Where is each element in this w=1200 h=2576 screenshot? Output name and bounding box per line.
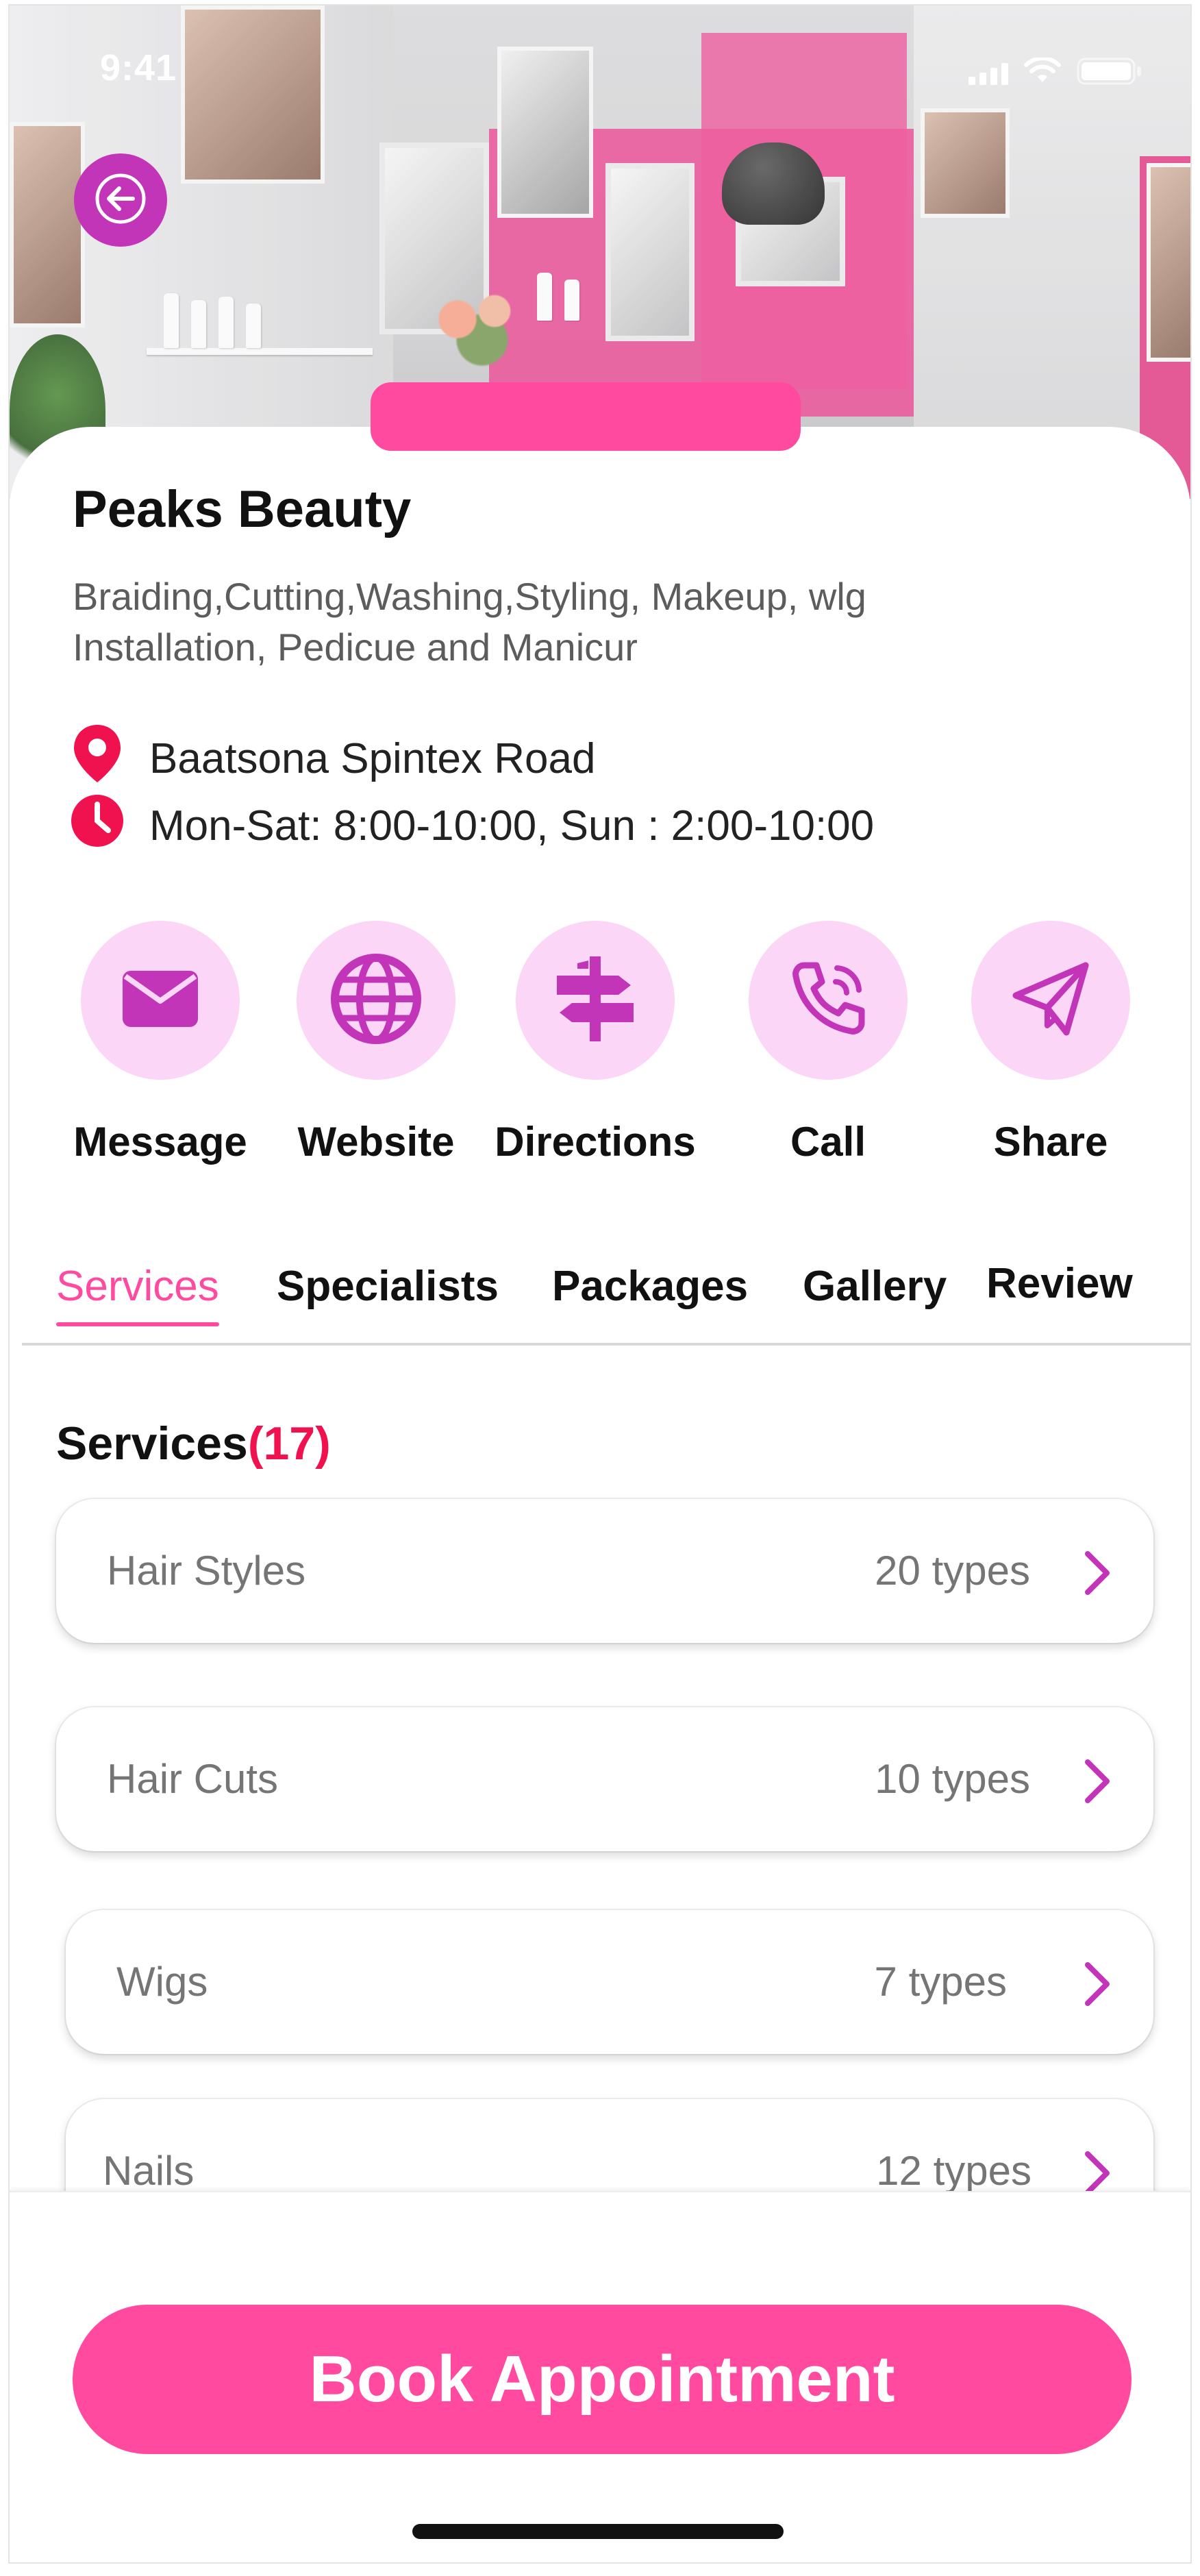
directions-action[interactable]: Directions [486, 921, 705, 1165]
chevron-right-icon [1082, 1550, 1112, 1600]
salon-description: Braiding,Cutting,Washing,Styling, Makeup… [73, 575, 866, 669]
website-action[interactable]: Website [266, 921, 486, 1165]
quick-actions: Message Website Directions Call Share [10, 921, 1190, 1188]
chevron-right-icon [1082, 1961, 1112, 2011]
envelope-icon [120, 968, 201, 1033]
service-name: Hair Cuts [107, 1756, 279, 1802]
back-button[interactable] [74, 153, 167, 247]
home-indicator [412, 2524, 784, 2539]
location-pin-icon [68, 722, 126, 795]
website-label: Website [297, 1119, 455, 1165]
phone-screen: 9:41 Peaks Beauty Braiding,Cutting,Washi… [10, 5, 1190, 2562]
address-row: Baatsona Spintex Road [68, 722, 595, 795]
salon-name: Peaks Beauty [73, 480, 412, 538]
signpost-icon [547, 951, 643, 1050]
clock-icon [68, 792, 126, 860]
phone-icon [784, 954, 873, 1047]
tabs-divider [22, 1343, 1190, 1346]
chevron-right-icon [1082, 1758, 1112, 1808]
call-action[interactable]: Call [718, 921, 938, 1165]
tab-packages[interactable]: Packages [552, 1262, 748, 1311]
service-types: 7 types [874, 1959, 1007, 2005]
paper-plane-icon [1006, 954, 1095, 1047]
hours-row: Mon-Sat: 8:00-10:00, Sun : 2:00-10:00 [68, 792, 874, 860]
service-item-hair-styles[interactable]: Hair Styles 20 types [56, 1499, 1153, 1643]
share-action[interactable]: Share [941, 921, 1160, 1165]
share-label: Share [993, 1119, 1108, 1165]
website-button[interactable] [297, 921, 455, 1080]
globe-icon [328, 951, 424, 1050]
wifi-icon [1023, 56, 1062, 88]
status-icons [968, 56, 1142, 90]
service-name: Wigs [116, 1959, 208, 2005]
tab-gallery[interactable]: Gallery [803, 1262, 947, 1311]
battery-icon [1077, 56, 1142, 90]
service-item-hair-cuts[interactable]: Hair Cuts 10 types [56, 1707, 1153, 1851]
salon-address: Baatsona Spintex Road [149, 735, 596, 782]
sheet-handle[interactable] [371, 382, 801, 451]
signal-icon [968, 62, 1008, 85]
tab-specialists[interactable]: Specialists [277, 1262, 499, 1311]
service-item-wigs[interactable]: Wigs 7 types [66, 1910, 1153, 2054]
message-label: Message [73, 1119, 247, 1165]
call-button[interactable] [749, 921, 908, 1080]
services-title: Services [56, 1417, 248, 1470]
share-button[interactable] [971, 921, 1130, 1080]
book-appointment-button[interactable]: Book Appointment [73, 2305, 1132, 2454]
directions-label: Directions [495, 1119, 696, 1165]
tab-review[interactable]: Review [986, 1259, 1133, 1308]
message-button[interactable] [81, 921, 240, 1080]
service-types: 10 types [875, 1756, 1030, 1802]
status-bar: 9:41 [10, 5, 1190, 129]
detail-tabs: Services Specialists Packages Gallery Re… [10, 1259, 1190, 1348]
tab-services[interactable]: Services [56, 1262, 219, 1326]
call-label: Call [790, 1119, 866, 1165]
salon-hours: Mon-Sat: 8:00-10:00, Sun : 2:00-10:00 [149, 802, 875, 850]
message-action[interactable]: Message [51, 921, 270, 1165]
directions-button[interactable] [516, 921, 675, 1080]
services-count: (17) [247, 1417, 331, 1470]
arrow-left-icon [93, 171, 148, 230]
services-heading: Services(17) [56, 1417, 331, 1470]
status-time: 9:41 [100, 47, 177, 88]
service-types: 20 types [875, 1548, 1030, 1594]
service-name: Hair Styles [107, 1548, 306, 1594]
